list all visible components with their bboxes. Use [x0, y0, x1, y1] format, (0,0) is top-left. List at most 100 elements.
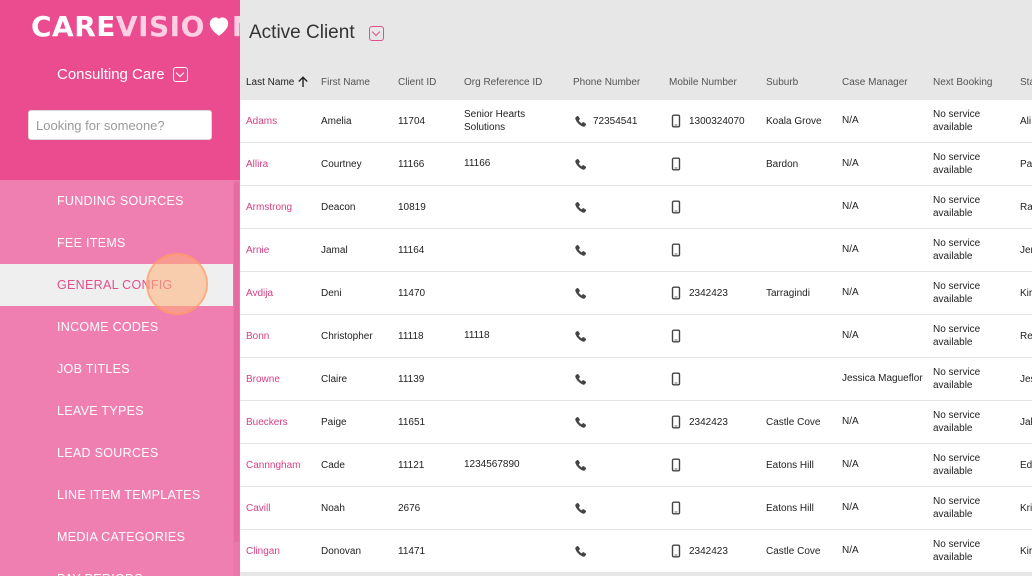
cell-suburb: Tarragindi [766, 287, 810, 299]
chevron-down-icon[interactable] [369, 26, 384, 41]
column-header-status[interactable]: Sta [1020, 64, 1032, 100]
sidebar-item-line-item-templates[interactable]: LINE ITEM TEMPLATES [0, 474, 233, 516]
phone-icon[interactable] [573, 501, 587, 515]
cell-last-name-link[interactable]: Arnie [246, 229, 316, 271]
column-header-phone-number[interactable]: Phone Number [573, 64, 663, 100]
mobile-phone-icon[interactable] [669, 286, 683, 300]
search-input[interactable] [28, 110, 212, 140]
cell-phone-number [573, 401, 663, 443]
carevision-logo[interactable]: CAREVISIO N [31, 8, 240, 44]
column-header-client-id[interactable]: Client ID [398, 64, 458, 100]
sidebar-item-fee-items[interactable]: FEE ITEMS [0, 222, 233, 264]
cell-case-manager: N/A [842, 244, 859, 256]
cell-next-booking: No service available [933, 194, 981, 220]
table-row[interactable]: Arnie Jamal 11164 N/A No service available Je… [240, 229, 1032, 272]
column-header-suburb[interactable]: Suburb [766, 64, 838, 100]
sidebar-scrollbar-thumb[interactable] [234, 182, 239, 542]
mobile-phone-icon[interactable] [669, 372, 683, 386]
column-header-label: Last Name [246, 76, 295, 88]
column-header-first-name[interactable]: First Name [321, 64, 393, 100]
table-row[interactable]: Cavill Noah 2676 Eatons Hill N/A No service a… [240, 487, 1032, 530]
cell-last-name-link[interactable]: Cannngham [246, 444, 316, 486]
sidebar-item-pay-periods[interactable]: PAY PERIODS [0, 558, 233, 576]
cell-last-name-link[interactable]: Avdija [246, 272, 316, 314]
cell-last-name-link[interactable]: Cavill [246, 487, 316, 529]
table-row[interactable]: Adams Amelia 11704 Senior Hearts Solutions 7… [240, 100, 1032, 143]
sidebar-item-leave-types[interactable]: LEAVE TYPES [0, 390, 233, 432]
cell-org-reference-id [464, 401, 564, 443]
cell-org-reference-id [464, 186, 564, 228]
mobile-phone-icon[interactable] [669, 200, 683, 214]
phone-icon[interactable] [573, 157, 587, 171]
sidebar-item-media-categories[interactable]: MEDIA CATEGORIES [0, 516, 233, 558]
column-header-org-reference-id[interactable]: Org Reference ID [464, 64, 564, 100]
cell-first-name: Jamal [321, 244, 348, 256]
mobile-phone-icon[interactable] [669, 458, 683, 472]
sidebar-item-income-codes[interactable]: INCOME CODES [0, 306, 233, 348]
mobile-phone-icon[interactable] [669, 243, 683, 257]
cell-suburb [766, 358, 838, 400]
mobile-phone-icon[interactable] [669, 544, 683, 558]
mobile-phone-icon[interactable] [669, 114, 683, 128]
cell-last-name-link[interactable]: Bueckers [246, 401, 316, 443]
cell-last-name-link[interactable]: Allira [246, 143, 316, 185]
table-row[interactable]: Allira Courtney 11166 11166 Bardon N/A No serv… [240, 143, 1032, 186]
cell-suburb: Koala Grove [766, 115, 822, 127]
cell-last-name-link[interactable]: Bonn [246, 315, 316, 357]
cell-last-name-link[interactable]: Clingan [246, 530, 316, 572]
sidebar-item-funding-sources[interactable]: FUNDING SOURCES [0, 180, 233, 222]
chevron-down-icon[interactable] [172, 67, 188, 82]
cell-next-booking: No service available [933, 323, 981, 349]
table-row[interactable]: Cannngham Cade 11121 1234567890 Eatons Hill N… [240, 444, 1032, 487]
sidebar-item-general-config[interactable]: GENERAL CONFIG [0, 264, 233, 306]
mobile-phone-icon[interactable] [669, 415, 683, 429]
table-row[interactable]: Bonn Christopher 11118 11118 N/A No service a… [240, 315, 1032, 358]
column-header-next-booking[interactable]: Next Booking [933, 64, 1019, 100]
cell-status: Ali [1020, 115, 1032, 127]
cell-last-name-link[interactable]: Browne [246, 358, 316, 400]
cell-org-reference-id: 11118 [464, 330, 490, 342]
mobile-phone-icon[interactable] [669, 157, 683, 171]
cell-first-name: Paige [321, 416, 347, 428]
cell-mobile-number: 2342423 [669, 272, 759, 314]
table-row[interactable]: Browne Claire 11139 Jessica Magueflor No ser… [240, 358, 1032, 401]
cell-next-booking: No service available [933, 237, 981, 263]
org-selector[interactable]: Consulting Care [57, 66, 188, 83]
column-header-last-name[interactable]: Last Name [246, 64, 316, 100]
cell-case-manager: N/A [842, 115, 859, 127]
table-row[interactable]: Armstrong Deacon 10819 N/A No service availa… [240, 186, 1032, 229]
sidebar-item-lead-sources[interactable]: LEAD SOURCES [0, 432, 233, 474]
cell-mobile-number [669, 358, 759, 400]
cell-suburb [766, 186, 838, 228]
phone-icon[interactable] [573, 544, 587, 558]
cell-case-manager: N/A [842, 502, 859, 514]
cell-client-id: 10819 [398, 201, 426, 213]
cell-org-reference-id: 11166 [464, 158, 491, 170]
cell-mobile-number [669, 186, 759, 228]
table-row[interactable]: Clingan Donovan 11471 2342423 Castle Cove N/A… [240, 530, 1032, 573]
cell-last-name-link[interactable]: Armstrong [246, 186, 316, 228]
mobile-phone-icon[interactable] [669, 329, 683, 343]
table-row[interactable]: Avdija Deni 11470 2342423 Tarragindi N/A No se… [240, 272, 1032, 315]
phone-icon[interactable] [573, 415, 587, 429]
phone-icon[interactable] [573, 286, 587, 300]
phone-icon[interactable] [573, 372, 587, 386]
cell-first-name: Deni [321, 287, 342, 299]
cell-case-manager: N/A [842, 330, 859, 342]
column-header-case-manager[interactable]: Case Manager [842, 64, 928, 100]
table-row[interactable]: Bueckers Paige 11651 2342423 Castle Cove N/A N… [240, 401, 1032, 444]
phone-icon[interactable] [573, 200, 587, 214]
cell-next-booking: No service available [933, 280, 981, 306]
phone-icon[interactable] [573, 329, 587, 343]
cell-first-name: Deacon [321, 201, 356, 213]
phone-icon[interactable] [573, 114, 587, 128]
phone-icon[interactable] [573, 458, 587, 472]
phone-icon[interactable] [573, 243, 587, 257]
cell-status: Re [1020, 330, 1032, 342]
cell-last-name-link[interactable]: Adams [246, 100, 316, 142]
column-header-mobile-number[interactable]: Mobile Number [669, 64, 759, 100]
sidebar-item-job-titles[interactable]: JOB TITLES [0, 348, 233, 390]
sort-ascending-icon[interactable] [297, 76, 309, 88]
mobile-phone-icon[interactable] [669, 501, 683, 515]
sidebar-scrollbar[interactable] [233, 180, 240, 576]
